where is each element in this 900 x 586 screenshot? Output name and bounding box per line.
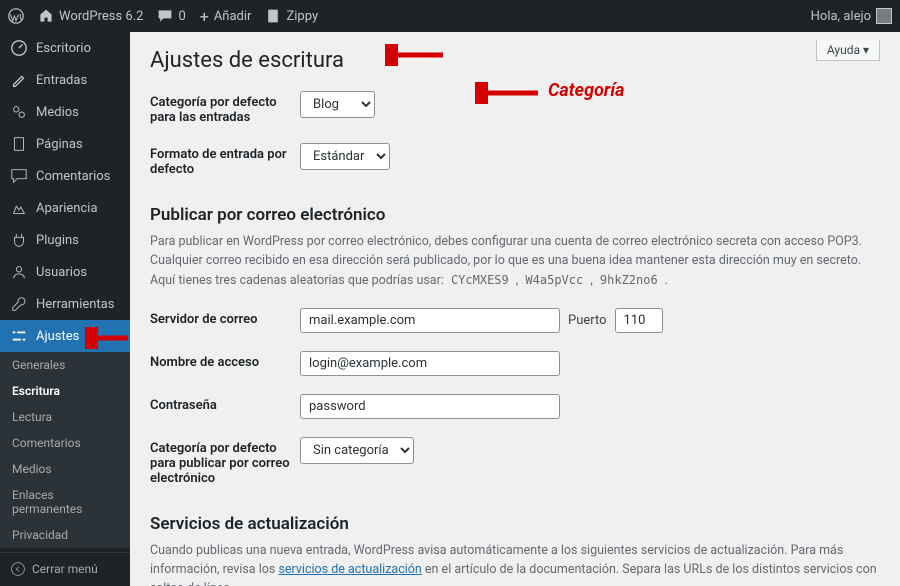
label-port: Puerto [568,313,607,328]
menu-appearance[interactable]: Apariencia [0,192,130,224]
menu-settings[interactable]: Ajustes [0,320,130,352]
login-name-input[interactable] [300,351,560,376]
submenu-general[interactable]: Generales [0,352,130,378]
menu-tools[interactable]: Herramientas [0,288,130,320]
submenu-media[interactable]: Medios [0,456,130,482]
comments-count[interactable]: 0 [157,8,185,24]
menu-dashboard[interactable]: Escritorio [0,32,130,64]
content-area: Ayuda ▾ Ajustes de escritura Categoría p… [130,32,900,586]
mail-server-input[interactable] [300,308,560,333]
menu-users[interactable]: Usuarios [0,256,130,288]
help-button[interactable]: Ayuda ▾ [816,40,880,61]
menu-media[interactable]: Medios [0,96,130,128]
section-email-title: Publicar por correo electrónico [150,205,880,225]
menu-plugins[interactable]: Plugins [0,224,130,256]
password-input[interactable] [300,394,560,419]
submenu-reading[interactable]: Lectura [0,404,130,430]
submenu-discussion[interactable]: Comentarios [0,430,130,456]
collapse-menu[interactable]: Cerrar menú [0,552,130,585]
submenu-privacy[interactable]: Privacidad [0,522,130,548]
settings-submenu: Generales Escritura Lectura Comentarios … [0,352,130,548]
section-update-title: Servicios de actualización [150,514,880,534]
label-default-category: Categoría por defecto para las entradas [150,91,300,125]
email-description: Para publicar en WordPress por correo el… [150,233,880,290]
submenu-writing[interactable]: Escritura [0,378,130,404]
add-new[interactable]: +Añadir [200,7,252,26]
menu-posts[interactable]: Entradas [0,64,130,96]
wp-logo-icon[interactable] [8,8,24,24]
label-login-name: Nombre de acceso [150,351,300,370]
page-title: Ajustes de escritura [150,48,880,73]
default-format-select[interactable]: Estándar [300,143,390,170]
menu-comments[interactable]: Comentarios [0,160,130,192]
avatar [876,8,892,24]
label-password: Contraseña [150,394,300,413]
user-greeting[interactable]: Hola, alejo [811,8,892,24]
admin-sidebar: Escritorio Entradas Medios Páginas Comen… [0,32,130,586]
menu-pages[interactable]: Páginas [0,128,130,160]
email-category-select[interactable]: Sin categoría [300,437,414,464]
update-services-link[interactable]: servicios de actualización [278,562,421,577]
adminbar: WordPress 6.2 0 +Añadir Zippy Hola, alej… [0,0,900,32]
default-category-select[interactable]: Blog [300,91,375,118]
label-email-category: Categoría por defecto para publicar por … [150,437,300,486]
port-input[interactable] [615,308,663,333]
label-mail-server: Servidor de correo [150,308,300,327]
submenu-permalinks[interactable]: Enlaces permanentes [0,482,130,522]
label-default-format: Formato de entrada por defecto [150,143,300,177]
site-name[interactable]: WordPress 6.2 [38,8,143,24]
update-description: Cuando publicas una nueva entrada, WordP… [150,542,880,586]
zippy-link[interactable]: Zippy [265,8,318,24]
